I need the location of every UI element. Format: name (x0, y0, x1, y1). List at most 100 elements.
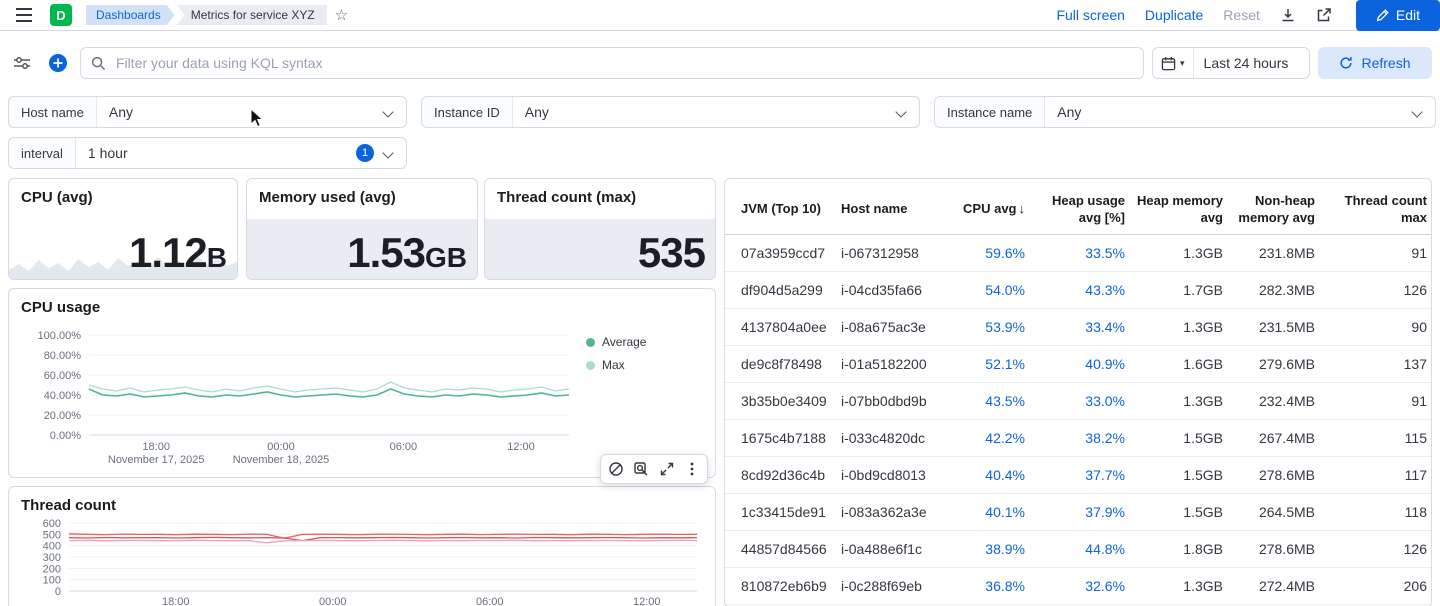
reset-button[interactable]: Reset (1223, 7, 1260, 23)
maximize-panel-button[interactable] (657, 459, 677, 479)
share-icon (1317, 8, 1331, 22)
heap-usage-cell[interactable]: 32.6% (1027, 578, 1127, 594)
cpu-avg-cell[interactable]: 52.1% (929, 356, 1027, 372)
time-range-picker: ▾ Last 24 hours (1152, 47, 1310, 79)
memory-used-title: Memory used (avg) (259, 189, 396, 206)
heap-memory-cell: 1.3GB (1183, 578, 1223, 594)
favorite-star-icon[interactable]: ☆ (335, 6, 348, 24)
thread-count-max-title: Thread count (max) (497, 189, 637, 206)
nonheap-memory-cell: 232.4MB (1258, 393, 1315, 409)
svg-text:0: 0 (55, 586, 61, 598)
column-header-host-name[interactable]: Host name (839, 197, 929, 222)
cpu-avg-cell[interactable]: 38.9% (929, 541, 1027, 557)
table-row: de9c8f78498 i-01a5182200 52.1% 40.9% 1.6… (725, 346, 1431, 383)
heap-usage-cell[interactable]: 44.8% (1027, 541, 1127, 557)
full-screen-button[interactable]: Full screen (1056, 7, 1124, 23)
breadcrumb-dashboards[interactable]: Dashboards (86, 5, 175, 25)
heap-usage-cell[interactable]: 43.3% (1027, 282, 1127, 298)
instance-name-filter[interactable]: Instance name Any (934, 96, 1436, 128)
host-name-cell: i-01a5182200 (841, 356, 927, 372)
annotate-button[interactable] (606, 459, 626, 479)
host-name-cell: i-033c4820dc (841, 430, 926, 446)
heap-usage-cell[interactable]: 40.9% (1027, 356, 1127, 372)
table-row: 3b35b0e3409 i-07bb0dbd9b 43.5% 33.0% 1.3… (725, 383, 1431, 420)
cpu-avg-cell[interactable]: 53.9% (929, 319, 1027, 335)
filter-controls-button[interactable] (8, 49, 36, 77)
table-row: 810872eb6b9 i-0c288f69eb 36.8% 32.6% 1.3… (725, 568, 1431, 605)
cpu-avg-cell[interactable]: 42.2% (929, 430, 1027, 446)
annotate-icon (609, 462, 623, 476)
panel-options-button[interactable] (682, 459, 702, 479)
host-name-cell: i-0bd9cd8013 (841, 467, 926, 483)
svg-text:00:00: 00:00 (267, 441, 295, 453)
heap-usage-cell[interactable]: 33.0% (1027, 393, 1127, 409)
cpu-avg-unit: B (206, 242, 227, 273)
heap-memory-cell: 1.8GB (1183, 541, 1223, 557)
refresh-button[interactable]: Refresh (1318, 47, 1432, 79)
kql-search-input[interactable] (114, 54, 1133, 72)
calendar-menu-button[interactable]: ▾ (1153, 48, 1194, 78)
calendar-icon (1161, 56, 1176, 70)
instance-id-filter[interactable]: Instance ID Any (421, 96, 920, 128)
heap-memory-cell: 1.5GB (1183, 504, 1223, 520)
heap-usage-cell[interactable]: 38.2% (1027, 430, 1127, 446)
heap-memory-cell: 1.5GB (1183, 467, 1223, 483)
column-header-nonheap-memory[interactable]: Non-heap memory avg (1225, 189, 1317, 231)
interval-control[interactable]: interval 1 hour 1 (8, 137, 407, 169)
plus-circle-icon (49, 54, 67, 72)
max-series-dot (586, 360, 595, 370)
memory-used-number: 1.53 (347, 229, 426, 276)
add-control-button[interactable] (44, 49, 72, 77)
cpu-usage-chart-title: CPU usage (21, 299, 101, 316)
thread-count-chart-title: Thread count (21, 497, 117, 514)
chevron-down-icon (895, 106, 907, 118)
legend-item-max[interactable]: Max (586, 358, 646, 372)
thread-count-cell: 206 (1403, 578, 1427, 594)
column-header-heap-memory[interactable]: Heap memory avg (1127, 189, 1225, 231)
column-header-cpu-avg[interactable]: CPU avg ↓ (929, 197, 1027, 222)
cpu-avg-cell[interactable]: 40.4% (929, 467, 1027, 483)
table-row: 44857d84566 i-0a488e6f1c 38.9% 44.8% 1.8… (725, 531, 1431, 568)
heap-usage-cell[interactable]: 33.4% (1027, 319, 1127, 335)
host-name-cell: i-08a675ac3e (841, 319, 926, 335)
heap-usage-cell[interactable]: 33.5% (1027, 245, 1127, 261)
svg-text:200: 200 (43, 563, 61, 575)
svg-text:18:00: 18:00 (162, 596, 190, 606)
kebab-menu-icon (690, 462, 694, 476)
kibana-dashboard-app: D Dashboards Metrics for service XYZ ☆ F… (0, 0, 1440, 606)
cpu-usage-line-chart[interactable]: 0.00% 20.00% 40.00% 60.00% 80.00% 100.00% 18:0… (9, 289, 717, 477)
jvm-id-cell: 8cd92d36c4b (741, 467, 826, 483)
search-icon (91, 56, 106, 70)
cpu-avg-title: CPU (avg) (21, 189, 93, 206)
share-button[interactable] (1316, 7, 1332, 23)
top-navigation-bar: D Dashboards Metrics for service XYZ ☆ F… (0, 0, 1440, 31)
svg-text:0.00%: 0.00% (50, 430, 81, 442)
cpu-avg-cell[interactable]: 36.8% (929, 578, 1027, 594)
cpu-avg-cell[interactable]: 40.1% (929, 504, 1027, 520)
thread-count-cell: 126 (1403, 541, 1427, 557)
explore-data-button[interactable] (631, 459, 651, 479)
heap-usage-cell[interactable]: 37.9% (1027, 504, 1127, 520)
column-header-jvm[interactable]: JVM (Top 10) (739, 197, 839, 222)
host-name-filter[interactable]: Host name Any (8, 96, 407, 128)
menu-icon[interactable] (12, 3, 36, 27)
cpu-avg-header-label: CPU avg (963, 201, 1017, 217)
duplicate-button[interactable]: Duplicate (1145, 7, 1203, 23)
heap-usage-cell[interactable]: 37.7% (1027, 467, 1127, 483)
edit-button[interactable]: Edit (1355, 0, 1440, 31)
svg-text:November 18, 2025: November 18, 2025 (233, 454, 330, 466)
host-name-cell: i-067312958 (841, 245, 919, 261)
time-range-value[interactable]: Last 24 hours (1194, 55, 1299, 71)
instance-id-filter-label: Instance ID (422, 97, 513, 127)
download-button[interactable] (1280, 7, 1296, 23)
legend-item-average[interactable]: Average (586, 335, 646, 349)
svg-text:60.00%: 60.00% (44, 370, 82, 382)
cpu-avg-cell[interactable]: 43.5% (929, 393, 1027, 409)
jvm-table-header: JVM (Top 10) Host name CPU avg ↓ Heap usa… (725, 179, 1431, 235)
column-header-thread-count[interactable]: Thread count max (1317, 189, 1429, 231)
jvm-id-cell: 1675c4b7188 (741, 430, 826, 446)
jvm-id-cell: 1c33415de91 (741, 504, 826, 520)
column-header-heap-usage[interactable]: Heap usage avg [%] (1027, 189, 1127, 231)
cpu-avg-cell[interactable]: 59.6% (929, 245, 1027, 261)
cpu-avg-cell[interactable]: 54.0% (929, 282, 1027, 298)
